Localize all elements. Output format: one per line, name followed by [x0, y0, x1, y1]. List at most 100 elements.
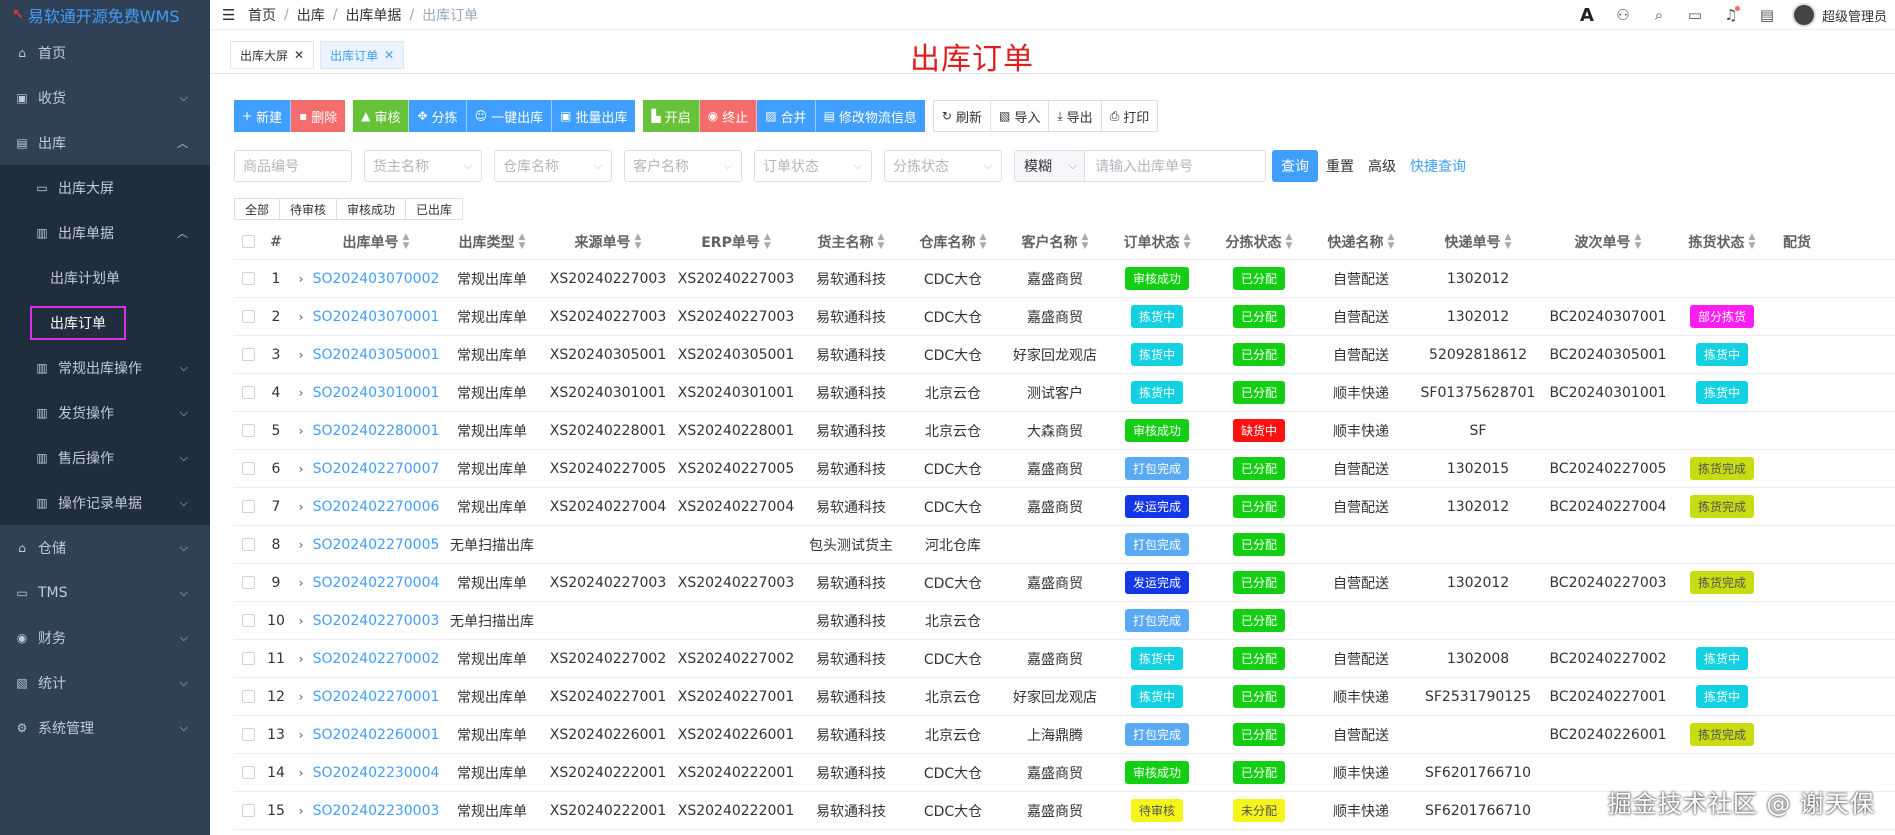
- row-checkbox[interactable]: [241, 728, 255, 741]
- order-number-link[interactable]: SO202402230004: [313, 765, 440, 781]
- breadcrumb-item[interactable]: 首页: [248, 5, 276, 25]
- table-row[interactable]: 7 › SO202402270006 常规出库单 XS20240227004 XS2024…: [234, 488, 1895, 526]
- row-checkbox[interactable]: [241, 804, 255, 817]
- reset-button[interactable]: 重置: [1326, 156, 1354, 176]
- row-checkbox[interactable]: [241, 348, 255, 361]
- sort-icon[interactable]: ▲ ▼: [1505, 232, 1512, 251]
- expand-row-icon[interactable]: ›: [299, 652, 304, 666]
- order-number-link[interactable]: SO202403010001: [313, 385, 440, 401]
- sidebar-item-statistics[interactable]: ▧ 统计 ⌵: [0, 660, 210, 705]
- table-row[interactable]: 6 › SO202402270007 常规出库单 XS20240227005 XS2024…: [234, 450, 1895, 488]
- status-tab-pending[interactable]: 待审核: [279, 198, 338, 220]
- row-checkbox[interactable]: [241, 690, 255, 703]
- expand-row-icon[interactable]: ›: [299, 766, 304, 780]
- column-header-source-no[interactable]: 来源单号 ▲ ▼: [544, 232, 672, 252]
- expand-row-icon[interactable]: ›: [299, 386, 304, 400]
- font-size-icon[interactable]: A: [1576, 5, 1598, 26]
- quick-query-link[interactable]: 快捷查询: [1410, 156, 1466, 176]
- sort-icon[interactable]: ▲ ▼: [1749, 232, 1756, 251]
- order-number-link[interactable]: SO202402270007: [313, 461, 440, 477]
- row-checkbox[interactable]: [241, 652, 255, 665]
- sidebar-item-outbound[interactable]: ▤ 出库 ︿: [0, 120, 210, 165]
- order-number-link[interactable]: SO202402230003: [313, 803, 440, 819]
- expand-row-icon[interactable]: ›: [299, 462, 304, 476]
- audit-button[interactable]: ▲ 审核: [353, 100, 410, 132]
- sidebar-item-storage[interactable]: ⌂ 仓储 ⌵: [0, 525, 210, 570]
- sort-icon[interactable]: ▲ ▼: [764, 232, 771, 251]
- select-all-checkbox[interactable]: [241, 235, 255, 248]
- breadcrumb-item[interactable]: 出库单据: [345, 5, 401, 25]
- expand-row-icon[interactable]: ›: [299, 272, 304, 286]
- open-button[interactable]: ▙ 开启: [643, 100, 700, 132]
- close-icon[interactable]: ✕: [294, 48, 304, 62]
- table-row[interactable]: 13 › SO202402260001 常规出库单 XS20240226001 XS202…: [234, 716, 1895, 754]
- batch-out-button[interactable]: ▣ 批量出库: [552, 100, 636, 132]
- search-icon[interactable]: ⌕: [1648, 6, 1670, 24]
- table-row[interactable]: 10 › SO202402270003 无单扫描出库 易软通科技 北京云仓 打包完成 已分配: [234, 602, 1895, 640]
- sidebar-item-outbound-plan[interactable]: 出库计划单: [0, 255, 210, 300]
- table-row[interactable]: 8 › SO202402270005 无单扫描出库 包头测试货主 河北仓库 打包完成 已分配: [234, 526, 1895, 564]
- column-header-wave-no[interactable]: 波次单号 ▲ ▼: [1544, 232, 1672, 252]
- sort-icon[interactable]: ▲ ▼: [1184, 232, 1191, 251]
- user-name[interactable]: 超级管理员: [1822, 6, 1887, 25]
- row-checkbox[interactable]: [241, 766, 255, 779]
- expand-row-icon[interactable]: ›: [299, 728, 304, 742]
- order-number-link[interactable]: SO202402280001: [313, 423, 440, 439]
- sidebar-item-tms[interactable]: ▭ TMS ⌵: [0, 570, 210, 615]
- column-header-courier[interactable]: 快递名称 ▲ ▼: [1310, 232, 1412, 252]
- column-header-type[interactable]: 出库类型 ▲ ▼: [440, 232, 544, 252]
- expand-row-icon[interactable]: ›: [299, 348, 304, 362]
- column-header-owner[interactable]: 货主名称 ▲ ▼: [800, 232, 902, 252]
- bell-icon[interactable]: ♫: [1720, 6, 1742, 24]
- order-number-link[interactable]: SO202402270003: [313, 613, 440, 629]
- column-header-customer[interactable]: 客户名称 ▲ ▼: [1004, 232, 1106, 252]
- sort-icon[interactable]: ▲ ▼: [1635, 232, 1642, 251]
- terminate-button[interactable]: ◉ 终止: [699, 100, 758, 132]
- row-checkbox[interactable]: [241, 424, 255, 437]
- sort-status-select[interactable]: 分拣状态 ⌵: [884, 150, 1002, 182]
- expand-row-icon[interactable]: ›: [299, 614, 304, 628]
- order-number-link[interactable]: SO202402260001: [313, 727, 440, 743]
- status-tab-shipped[interactable]: 已出库: [405, 198, 464, 220]
- document-icon[interactable]: ▤: [1756, 6, 1778, 24]
- export-button[interactable]: ⤓ 导出: [1048, 100, 1101, 132]
- order-number-link[interactable]: SO202402270006: [313, 499, 440, 515]
- sort-pick-button[interactable]: ✥ 分拣: [409, 100, 467, 132]
- sort-icon[interactable]: ▲ ▼: [980, 232, 987, 251]
- goods-code-input[interactable]: 商品编号: [234, 150, 352, 182]
- advanced-button[interactable]: 高级: [1368, 156, 1396, 176]
- sort-icon[interactable]: ▲ ▼: [878, 232, 885, 251]
- sort-icon[interactable]: ▲ ▼: [519, 232, 526, 251]
- hamburger-icon[interactable]: ☰: [222, 6, 242, 24]
- sort-icon[interactable]: ▲ ▼: [1388, 232, 1395, 251]
- table-row[interactable]: 12 › SO202402270001 常规出库单 XS20240227001 XS202…: [234, 678, 1895, 716]
- sidebar-item-shipping-ops[interactable]: ▥ 发货操作 ⌵: [0, 390, 210, 435]
- expand-row-icon[interactable]: ›: [299, 690, 304, 704]
- status-tab-all[interactable]: 全部: [234, 198, 281, 220]
- logo[interactable]: ↖ 易软通开源免费WMS: [0, 0, 210, 30]
- sidebar-item-operation-logs[interactable]: ▥ 操作记录单据 ⌵: [0, 480, 210, 525]
- table-row[interactable]: 1 › SO202403070002 常规出库单 XS20240227003 XS2024…: [234, 260, 1895, 298]
- column-header-order-status[interactable]: 订单状态 ▲ ▼: [1106, 232, 1208, 252]
- merge-button[interactable]: ▨ 合并: [757, 100, 816, 132]
- order-number-link[interactable]: SO202403070002: [313, 271, 440, 287]
- row-checkbox[interactable]: [241, 576, 255, 589]
- match-mode-select[interactable]: 模糊 ⌵: [1015, 151, 1085, 181]
- close-icon[interactable]: ✕: [384, 48, 394, 62]
- table-row[interactable]: 11 › SO202402270002 常规出库单 XS20240227002 XS202…: [234, 640, 1895, 678]
- sidebar-item-finance[interactable]: ◉ 财务 ⌵: [0, 615, 210, 660]
- table-row[interactable]: 5 › SO202402280001 常规出库单 XS20240228001 XS2024…: [234, 412, 1895, 450]
- row-checkbox[interactable]: [241, 310, 255, 323]
- expand-row-icon[interactable]: ›: [299, 500, 304, 514]
- column-header-sort-status[interactable]: 分拣状态 ▲ ▼: [1208, 232, 1310, 252]
- table-row[interactable]: 9 › SO202402270004 常规出库单 XS20240227003 XS2024…: [234, 564, 1895, 602]
- column-header-erp-no[interactable]: ERP单号 ▲ ▼: [672, 232, 800, 252]
- delete-button[interactable]: ▪ 删除: [291, 100, 346, 132]
- sidebar-item-outbound-docs[interactable]: ▥ 出库单据 ︿: [0, 210, 210, 255]
- query-button[interactable]: 查询: [1272, 150, 1318, 182]
- sidebar-item-outbound-dashboard[interactable]: ▭ 出库大屏: [0, 165, 210, 210]
- sort-icon[interactable]: ▲ ▼: [1082, 232, 1089, 251]
- row-checkbox[interactable]: [241, 538, 255, 551]
- table-row[interactable]: 2 › SO202403070001 常规出库单 XS20240227003 XS2024…: [234, 298, 1895, 336]
- user-icon[interactable]: ⚇: [1612, 6, 1634, 24]
